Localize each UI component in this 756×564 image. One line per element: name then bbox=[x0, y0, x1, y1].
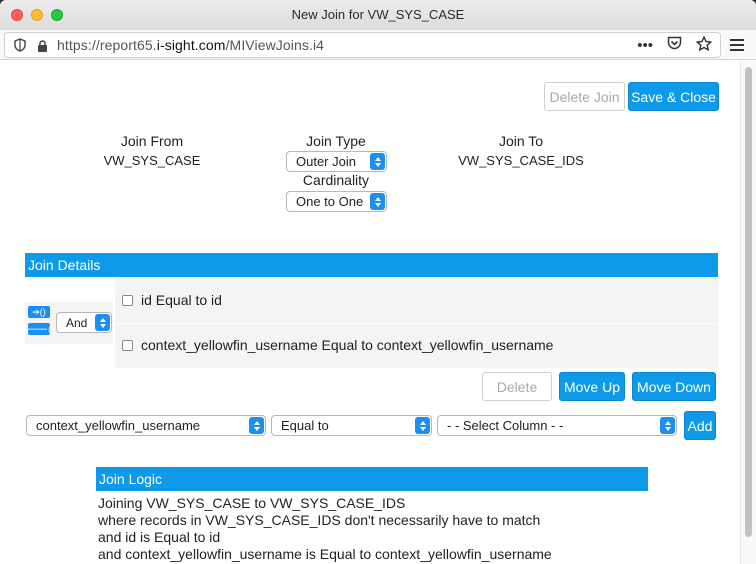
condition-text: id Equal to id bbox=[141, 292, 222, 308]
bookmark-star-icon[interactable] bbox=[696, 35, 712, 55]
more-icon[interactable]: ••• bbox=[637, 37, 653, 54]
target-column-value: - - Select Column - - bbox=[447, 418, 564, 433]
url-domain: i-sight.com bbox=[156, 37, 226, 53]
logic-operator-value: And bbox=[66, 315, 88, 330]
url-text: https://report65.i-sight.com/MIViewJoins… bbox=[57, 37, 324, 53]
join-to-value: VW_SYS_CASE_IDS bbox=[458, 153, 584, 168]
comparison-select[interactable]: Equal to bbox=[271, 415, 432, 436]
hamburger-menu-icon[interactable] bbox=[730, 38, 744, 56]
pocket-icon[interactable] bbox=[667, 36, 682, 54]
join-from-label: Join From bbox=[120, 133, 184, 149]
join-details-header: Join Details bbox=[25, 253, 718, 277]
move-up-button[interactable]: Move Up bbox=[559, 372, 625, 401]
url-field[interactable]: https://report65.i-sight.com/MIViewJoins… bbox=[4, 32, 721, 58]
join-logic-text: Joining VW_SYS_CASE to VW_SYS_CASE_IDS w… bbox=[98, 495, 552, 563]
add-condition-button[interactable]: Add bbox=[684, 411, 716, 440]
join-logic-header: Join Logic bbox=[96, 467, 648, 491]
select-arrows-icon bbox=[95, 314, 110, 331]
condition-text: context_yellowfin_username Equal to cont… bbox=[141, 337, 554, 353]
delete-condition-button[interactable]: Delete bbox=[482, 372, 552, 401]
vertical-scrollbar[interactable] bbox=[740, 61, 756, 564]
select-arrows-icon bbox=[660, 417, 675, 434]
column-select-value: context_yellowfin_username bbox=[36, 418, 201, 433]
join-type-label: Join Type bbox=[306, 133, 366, 149]
indent-left-icon[interactable]: 🡐() bbox=[24, 323, 54, 335]
condition-checkbox[interactable] bbox=[122, 294, 133, 306]
delete-join-button[interactable]: Delete Join bbox=[544, 82, 625, 111]
cardinality-select[interactable]: One to One bbox=[286, 191, 387, 212]
logic-line: where records in VW_SYS_CASE_IDS don't n… bbox=[98, 512, 541, 528]
page-content: Delete Join Save & Close Join From VW_SY… bbox=[4, 61, 740, 564]
shield-icon[interactable] bbox=[13, 37, 27, 53]
logic-line: and id is Equal to id bbox=[98, 529, 221, 545]
join-to-label: Join To bbox=[498, 133, 544, 149]
logic-line: Joining VW_SYS_CASE to VW_SYS_CASE_IDS bbox=[98, 495, 406, 511]
target-column-select[interactable]: - - Select Column - - bbox=[437, 415, 677, 436]
join-type-select[interactable]: Outer Join bbox=[286, 151, 387, 172]
indent-right-icon[interactable]: ➔() bbox=[28, 306, 50, 318]
cardinality-label: Cardinality bbox=[302, 172, 370, 188]
condition-1[interactable]: id Equal to id bbox=[122, 292, 222, 308]
browser-window: New Join for VW_SYS_CASE https://report6… bbox=[0, 0, 756, 564]
scrollbar-thumb[interactable] bbox=[745, 67, 752, 537]
select-arrows-icon bbox=[249, 417, 264, 434]
address-bar: https://report65.i-sight.com/MIViewJoins… bbox=[0, 30, 756, 60]
join-from-value: VW_SYS_CASE bbox=[103, 153, 201, 168]
select-arrows-icon bbox=[370, 153, 385, 170]
window-title: New Join for VW_SYS_CASE bbox=[291, 7, 465, 22]
url-path: /MIViewJoins.i4 bbox=[225, 37, 325, 53]
move-down-button[interactable]: Move Down bbox=[632, 372, 716, 401]
select-arrows-icon bbox=[370, 193, 385, 210]
comparison-select-value: Equal to bbox=[281, 418, 329, 433]
cardinality-value: One to One bbox=[296, 194, 364, 209]
title-bar: New Join for VW_SYS_CASE bbox=[0, 0, 756, 30]
save-close-button[interactable]: Save & Close bbox=[628, 82, 719, 111]
url-prefix: https://report65. bbox=[57, 37, 157, 53]
condition-2[interactable]: context_yellowfin_username Equal to cont… bbox=[122, 337, 553, 353]
logic-line: and context_yellowfin_username is Equal … bbox=[98, 546, 552, 562]
select-arrows-icon bbox=[415, 417, 430, 434]
logic-operator-select[interactable]: And bbox=[56, 312, 112, 333]
join-type-value: Outer Join bbox=[296, 154, 356, 169]
lock-icon[interactable] bbox=[35, 37, 49, 53]
condition-checkbox[interactable] bbox=[122, 339, 133, 351]
column-select[interactable]: context_yellowfin_username bbox=[26, 415, 266, 436]
